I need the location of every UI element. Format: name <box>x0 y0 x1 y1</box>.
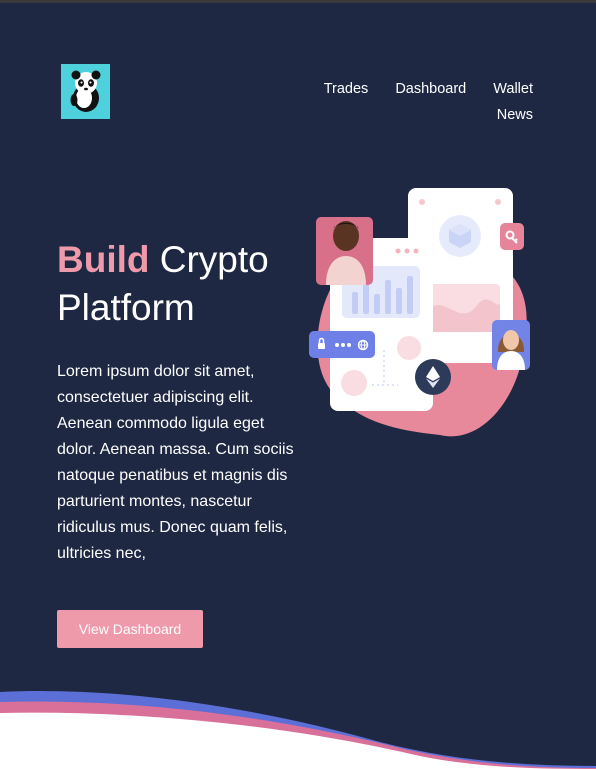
hero-description: Lorem ipsum dolor sit amet, consectetuer… <box>57 363 294 562</box>
nav-link-wallet[interactable]: Wallet <box>493 80 533 98</box>
crypto-app-illustration <box>309 188 530 437</box>
view-dashboard-button[interactable]: View Dashboard <box>57 610 203 648</box>
panda-logo-icon[interactable] <box>61 64 110 119</box>
nav-link-dashboard[interactable]: Dashboard <box>395 80 466 98</box>
bottom-wave-decoration <box>0 691 596 769</box>
lock-icon <box>318 343 325 349</box>
hero-title-accent: Build <box>57 239 150 280</box>
hero-title: Build Crypto Platform <box>57 236 317 332</box>
nav-link-trades[interactable]: Trades <box>324 80 369 98</box>
main-nav: Trades Dashboard Wallet News <box>313 80 533 124</box>
top-border <box>0 0 596 3</box>
nav-link-news[interactable]: News <box>497 106 533 124</box>
